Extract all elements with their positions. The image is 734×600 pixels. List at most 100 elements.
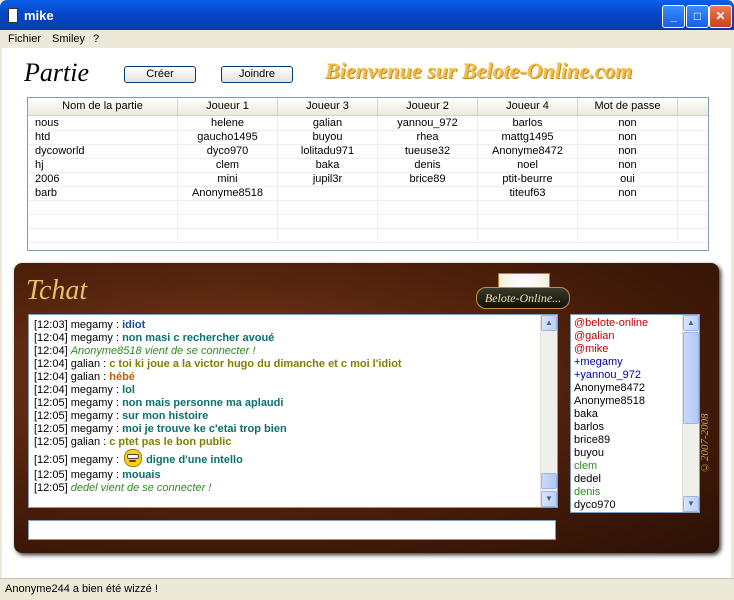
scroll-up-icon[interactable]: ▲ xyxy=(541,315,557,331)
main-panel: Partie Créer Joindre Bienvenue sur Belot… xyxy=(2,48,731,578)
message-time: [12:05] xyxy=(34,436,68,448)
menu-smiley[interactable]: Smiley xyxy=(52,33,85,45)
join-button[interactable]: Joindre xyxy=(221,66,293,83)
message-user[interactable]: galian : xyxy=(71,436,106,448)
user-list-item[interactable]: clem xyxy=(574,460,597,473)
table-row[interactable]: htd gaucho1495 buyou rhea mattg1495 non xyxy=(28,130,708,145)
table-cell: ptit-beurre xyxy=(478,172,578,186)
table-row[interactable]: 2006 mini jupil3r brice89 ptit-beurre oui xyxy=(28,172,708,187)
table-cell xyxy=(278,186,378,200)
maximize-button[interactable]: □ xyxy=(686,5,709,28)
table-row[interactable] xyxy=(28,214,708,229)
title-bar[interactable]: mike _ □ ✕ xyxy=(0,0,734,30)
chat-log[interactable]: [12:03] megamy : idiot [12:04] megamy : n… xyxy=(28,314,558,508)
user-list[interactable]: @belote-online @galian @mike +megamy +yannou… xyxy=(570,314,700,513)
col-header-name[interactable]: Nom de la partie xyxy=(28,98,178,115)
table-cell: hj xyxy=(28,158,178,172)
chat-message: [12:04] megamy : non masi c rechercher a… xyxy=(34,332,274,345)
message-user[interactable]: megamy : xyxy=(71,397,119,409)
user-list-item[interactable]: barlos xyxy=(574,421,604,434)
games-table: Nom de la partie Joueur 1 Joueur 3 Joueu… xyxy=(27,97,709,251)
user-list-item[interactable]: @mike xyxy=(574,343,608,356)
table-cell xyxy=(478,214,578,228)
table-row[interactable]: nous helene galian yannou_972 barlos non xyxy=(28,116,708,131)
user-list-item[interactable]: @galian xyxy=(574,330,615,343)
chat-input[interactable] xyxy=(28,520,556,540)
message-text: non masi c rechercher avoué xyxy=(122,332,275,344)
user-list-item[interactable]: buyou xyxy=(574,447,604,460)
table-cell xyxy=(378,200,478,214)
user-list-item[interactable]: dedel xyxy=(574,473,601,486)
user-list-item[interactable]: brice89 xyxy=(574,434,610,447)
chat-scrollbar[interactable]: ▲ ▼ xyxy=(540,315,557,507)
user-list-item[interactable]: denis xyxy=(574,486,600,499)
menu-fichier[interactable]: Fichier xyxy=(8,33,41,45)
table-cell xyxy=(578,214,678,228)
close-button[interactable]: ✕ xyxy=(709,5,732,28)
user-scrollbar[interactable]: ▲ ▼ xyxy=(682,315,699,512)
table-cell xyxy=(578,200,678,214)
menu-help[interactable]: ? xyxy=(93,33,99,45)
table-cell xyxy=(278,200,378,214)
table-cell: tueuse32 xyxy=(378,144,478,158)
table-cell: dycoworld xyxy=(28,144,178,158)
user-list-item[interactable]: baka xyxy=(574,408,598,421)
scroll-down-icon[interactable]: ▼ xyxy=(541,491,557,507)
message-user[interactable]: megamy : xyxy=(71,454,119,466)
table-cell: galian xyxy=(278,116,378,130)
user-list-item[interactable]: @belote-online xyxy=(574,317,648,330)
create-button[interactable]: Créer xyxy=(124,66,196,83)
user-list-item[interactable]: +yannou_972 xyxy=(574,369,641,382)
belote-online-logo: Belote-Online... xyxy=(476,273,570,311)
table-cell: non xyxy=(578,144,678,158)
user-list-item[interactable]: dyco970 xyxy=(574,499,616,512)
message-user[interactable]: megamy : xyxy=(71,423,119,435)
minimize-button[interactable]: _ xyxy=(662,5,685,28)
table-row[interactable]: barb Anonyme8518 titeuf63 non xyxy=(28,186,708,201)
user-list-item[interactable]: Anonyme8518 xyxy=(574,395,645,408)
user-list-item[interactable]: Anonyme8472 xyxy=(574,382,645,395)
message-text: sur mon histoire xyxy=(122,410,209,422)
message-text: Anonyme8518 vient de se connecter ! xyxy=(70,345,256,357)
table-cell: barlos xyxy=(478,116,578,130)
scroll-thumb[interactable] xyxy=(541,473,557,489)
table-cell: rhea xyxy=(378,130,478,144)
col-header-joueur2[interactable]: Joueur 2 xyxy=(378,98,478,115)
logo-text: Belote-Online... xyxy=(476,287,570,309)
table-cell: non xyxy=(578,186,678,200)
scroll-thumb[interactable] xyxy=(683,332,699,424)
col-header-joueur1[interactable]: Joueur 1 xyxy=(178,98,278,115)
chat-panel: Tchat Belote-Online... ©2007-2008 [12:03… xyxy=(14,263,719,553)
message-text: idiot xyxy=(122,319,146,331)
message-user[interactable]: galian : xyxy=(71,358,106,370)
message-user[interactable]: megamy : xyxy=(71,469,119,481)
message-time: [12:05] xyxy=(34,469,68,481)
table-cell: lolitadu971 xyxy=(278,144,378,158)
table-cell: jupil3r xyxy=(278,172,378,186)
col-header-password[interactable]: Mot de passe xyxy=(578,98,678,115)
col-header-joueur4[interactable]: Joueur 4 xyxy=(478,98,578,115)
table-row[interactable] xyxy=(28,200,708,215)
table-row[interactable]: dycoworld dyco970 lolitadu971 tueuse32 Anony… xyxy=(28,144,708,159)
chat-message: [12:05] megamy : sur mon histoire xyxy=(34,410,208,423)
scroll-down-icon[interactable]: ▼ xyxy=(683,496,699,512)
message-user[interactable]: megamy : xyxy=(71,410,119,422)
col-header-joueur3[interactable]: Joueur 3 xyxy=(278,98,378,115)
message-user[interactable]: megamy : xyxy=(71,319,119,331)
message-user[interactable]: megamy : xyxy=(71,332,119,344)
table-cell: titeuf63 xyxy=(478,186,578,200)
table-cell: dyco970 xyxy=(178,144,278,158)
table-cell xyxy=(278,228,378,242)
table-cell: gaucho1495 xyxy=(178,130,278,144)
message-user[interactable]: galian : xyxy=(71,371,106,383)
message-time: [12:04] xyxy=(34,371,68,383)
user-list-item[interactable]: +megamy xyxy=(574,356,623,369)
table-row[interactable] xyxy=(28,228,708,243)
table-header: Nom de la partie Joueur 1 Joueur 3 Joueu… xyxy=(28,98,708,116)
table-cell: nous xyxy=(28,116,178,130)
table-cell: barb xyxy=(28,186,178,200)
message-user[interactable]: megamy : xyxy=(71,384,119,396)
table-row[interactable]: hj clem baka denis noel non xyxy=(28,158,708,173)
scroll-up-icon[interactable]: ▲ xyxy=(683,315,699,331)
chat-title: Tchat xyxy=(26,275,88,306)
